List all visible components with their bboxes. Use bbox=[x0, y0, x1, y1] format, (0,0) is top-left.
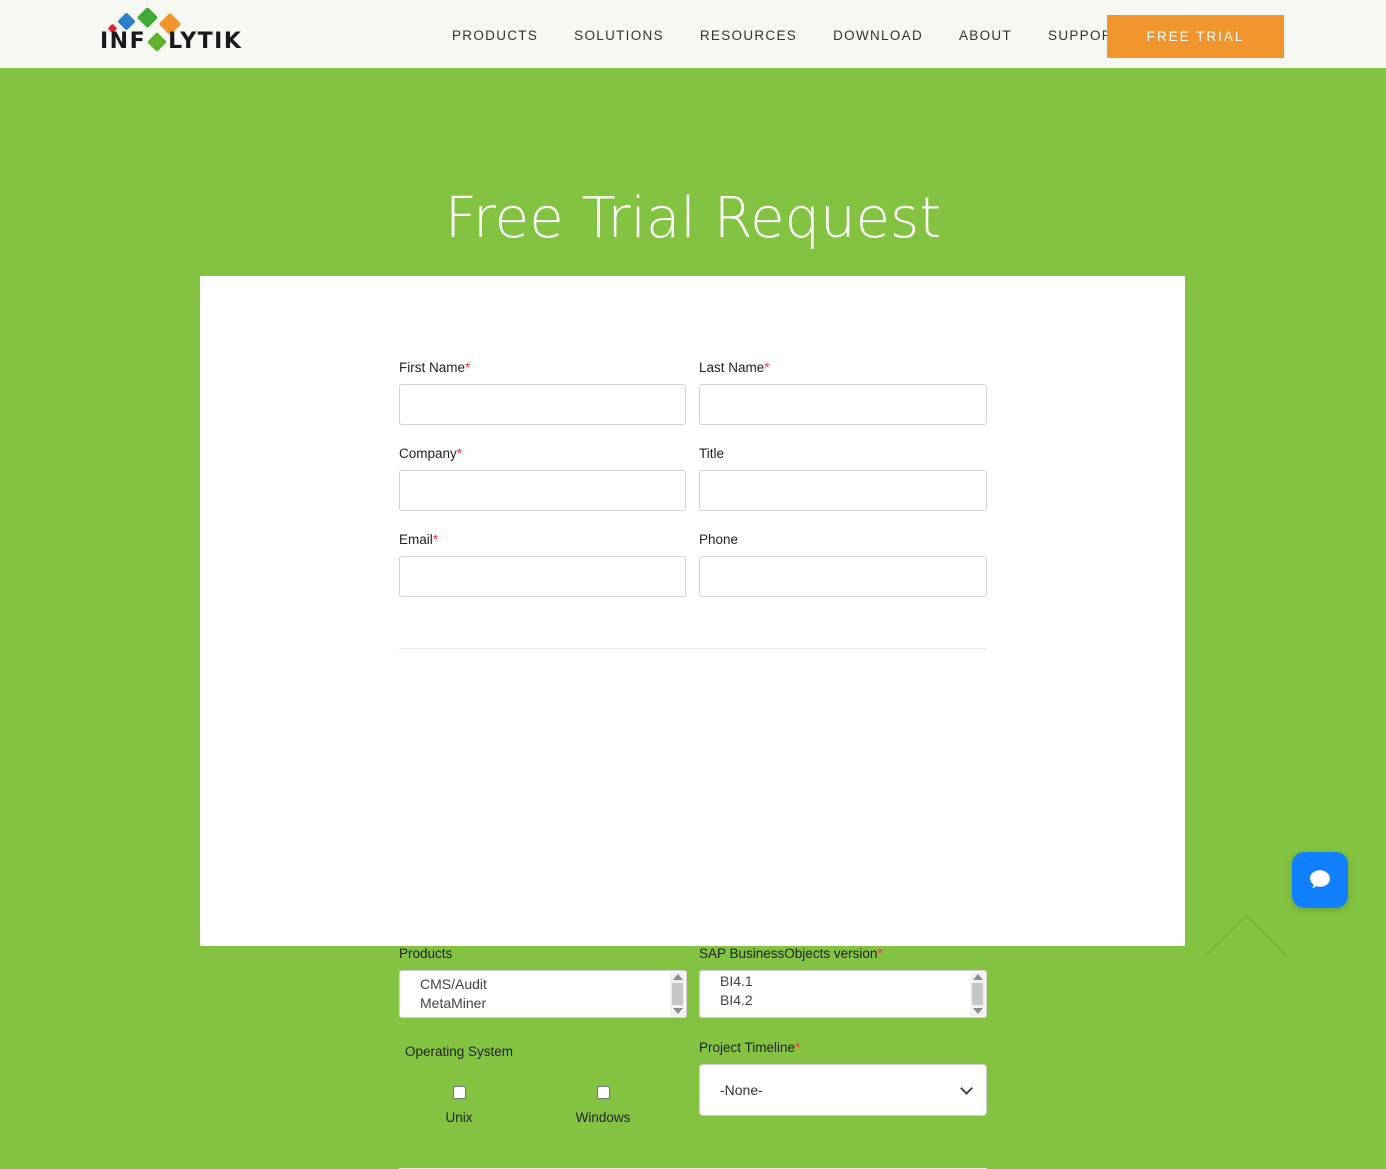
scroll-up-arrow-icon[interactable] bbox=[672, 974, 683, 980]
field-email: Email* bbox=[399, 532, 686, 597]
field-company: Company* bbox=[399, 446, 686, 511]
logo[interactable]: INF LYTIK bbox=[100, 6, 250, 56]
os-option-unix: Unix bbox=[429, 1086, 489, 1125]
sap-version-option-bi42[interactable]: BI4.2 bbox=[720, 991, 969, 1010]
products-option-cms-audit[interactable]: CMS/Audit bbox=[420, 975, 669, 994]
logo-cube-green bbox=[136, 6, 159, 29]
os-checkbox-unix[interactable] bbox=[452, 1086, 466, 1099]
phone-input[interactable] bbox=[699, 556, 987, 597]
logo-cube-o-icon bbox=[147, 32, 168, 52]
first-name-input[interactable] bbox=[399, 384, 686, 425]
page-title: Free Trial Request bbox=[444, 185, 942, 251]
logo-wordmark-suffix: LYTIK bbox=[168, 29, 243, 54]
os-checkbox-windows[interactable] bbox=[596, 1086, 610, 1099]
project-timeline-select-wrap: -None- bbox=[699, 1064, 987, 1116]
title-label: Title bbox=[699, 446, 725, 461]
logo-cube-blue bbox=[117, 12, 136, 31]
operating-system-label: Operating System bbox=[405, 1044, 514, 1059]
phone-label: Phone bbox=[699, 532, 739, 547]
company-label: Company* bbox=[399, 446, 463, 461]
sap-version-option-bi41[interactable]: BI4.1 bbox=[720, 972, 969, 991]
nav-item-products[interactable]: PRODUCTS bbox=[452, 28, 538, 43]
chat-bubble-icon bbox=[1310, 870, 1330, 889]
form-row-name: First Name* Last Name* bbox=[399, 360, 987, 446]
form-row-company: Company* Title bbox=[399, 446, 987, 532]
os-option-windows: Windows bbox=[573, 1086, 633, 1125]
nav-item-solutions[interactable]: SOLUTIONS bbox=[574, 28, 664, 43]
sap-version-listbox-items: BI4.1 BI4.2 bbox=[700, 972, 969, 1010]
products-label: Products bbox=[399, 946, 453, 961]
field-sap-version: SAP BusinessObjects version* BI4.1 BI4.2 bbox=[699, 946, 987, 1018]
last-name-label: Last Name* bbox=[699, 360, 770, 375]
main-navigation: PRODUCTS SOLUTIONS RESOURCES DOWNLOAD AB… bbox=[452, 0, 1122, 70]
chat-widget-button[interactable] bbox=[1292, 852, 1348, 908]
section-divider-top bbox=[399, 648, 987, 649]
hero-section: Free Trial Request First Name* Last Name… bbox=[0, 70, 1386, 1169]
field-phone: Phone bbox=[699, 532, 987, 597]
email-label: Email* bbox=[399, 532, 439, 547]
scroll-down-arrow-icon[interactable] bbox=[672, 1008, 683, 1014]
form-card: First Name* Last Name* Company* Title Em… bbox=[200, 276, 1185, 1169]
scroll-down-arrow-icon[interactable] bbox=[972, 1008, 983, 1014]
first-name-required-marker: * bbox=[465, 360, 471, 375]
form-row-contact: Email* Phone bbox=[399, 532, 987, 618]
os-checkbox-unix-label: Unix bbox=[445, 1110, 473, 1125]
scrollbar-thumb[interactable] bbox=[972, 983, 983, 1005]
field-operating-system: Operating System Unix Windows bbox=[405, 1044, 693, 1126]
sap-version-listbox-scrollbar[interactable] bbox=[970, 972, 985, 1016]
last-name-input[interactable] bbox=[699, 384, 987, 425]
email-required-marker: * bbox=[432, 532, 439, 547]
field-first-name: First Name* bbox=[399, 360, 686, 425]
products-listbox-scrollbar[interactable] bbox=[670, 972, 685, 1016]
products-listbox-items: CMS/Audit MetaMiner bbox=[400, 975, 669, 1013]
logo-wordmark: INF LYTIK bbox=[100, 29, 242, 54]
nav-item-resources[interactable]: RESOURCES bbox=[700, 28, 797, 43]
project-timeline-label: Project Timeline* bbox=[699, 1040, 801, 1055]
first-name-label: First Name* bbox=[399, 360, 471, 375]
field-title: Title bbox=[699, 446, 987, 511]
os-checkbox-windows-label: Windows bbox=[575, 1110, 631, 1125]
title-input[interactable] bbox=[699, 470, 987, 511]
site-header: INF LYTIK PRODUCTS SOLUTIONS RESOURCES DO… bbox=[0, 0, 1386, 70]
sap-version-listbox[interactable]: BI4.1 BI4.2 bbox=[699, 970, 987, 1018]
field-last-name: Last Name* bbox=[699, 360, 987, 425]
project-timeline-select[interactable]: -None- bbox=[699, 1064, 987, 1116]
project-timeline-required-marker: * bbox=[795, 1040, 801, 1055]
field-products: Products CMS/Audit MetaMiner bbox=[399, 946, 687, 1018]
scroll-up-arrow-icon[interactable] bbox=[972, 974, 983, 980]
products-listbox[interactable]: CMS/Audit MetaMiner bbox=[399, 970, 687, 1018]
company-required-marker: * bbox=[456, 446, 463, 461]
logo-wordmark-prefix: INF bbox=[100, 29, 147, 54]
last-name-required-marker: * bbox=[764, 360, 770, 375]
field-project-timeline: Project Timeline* -None- bbox=[699, 1040, 987, 1116]
free-trial-form: First Name* Last Name* Company* Title Em… bbox=[399, 360, 987, 1169]
nav-item-download[interactable]: DOWNLOAD bbox=[833, 28, 923, 43]
nav-item-about[interactable]: ABOUT bbox=[959, 28, 1012, 43]
sap-version-label: SAP BusinessObjects version* bbox=[699, 946, 883, 961]
products-option-metaminer[interactable]: MetaMiner bbox=[420, 994, 669, 1013]
email-input[interactable] bbox=[399, 556, 686, 597]
free-trial-button[interactable]: FREE TRIAL bbox=[1107, 15, 1284, 58]
scroll-to-top-chevron-icon bbox=[1185, 910, 1305, 956]
operating-system-options: Unix Windows bbox=[405, 1066, 693, 1126]
sap-version-required-marker: * bbox=[877, 946, 883, 961]
company-input[interactable] bbox=[399, 470, 686, 511]
scrollbar-thumb[interactable] bbox=[672, 983, 683, 1005]
